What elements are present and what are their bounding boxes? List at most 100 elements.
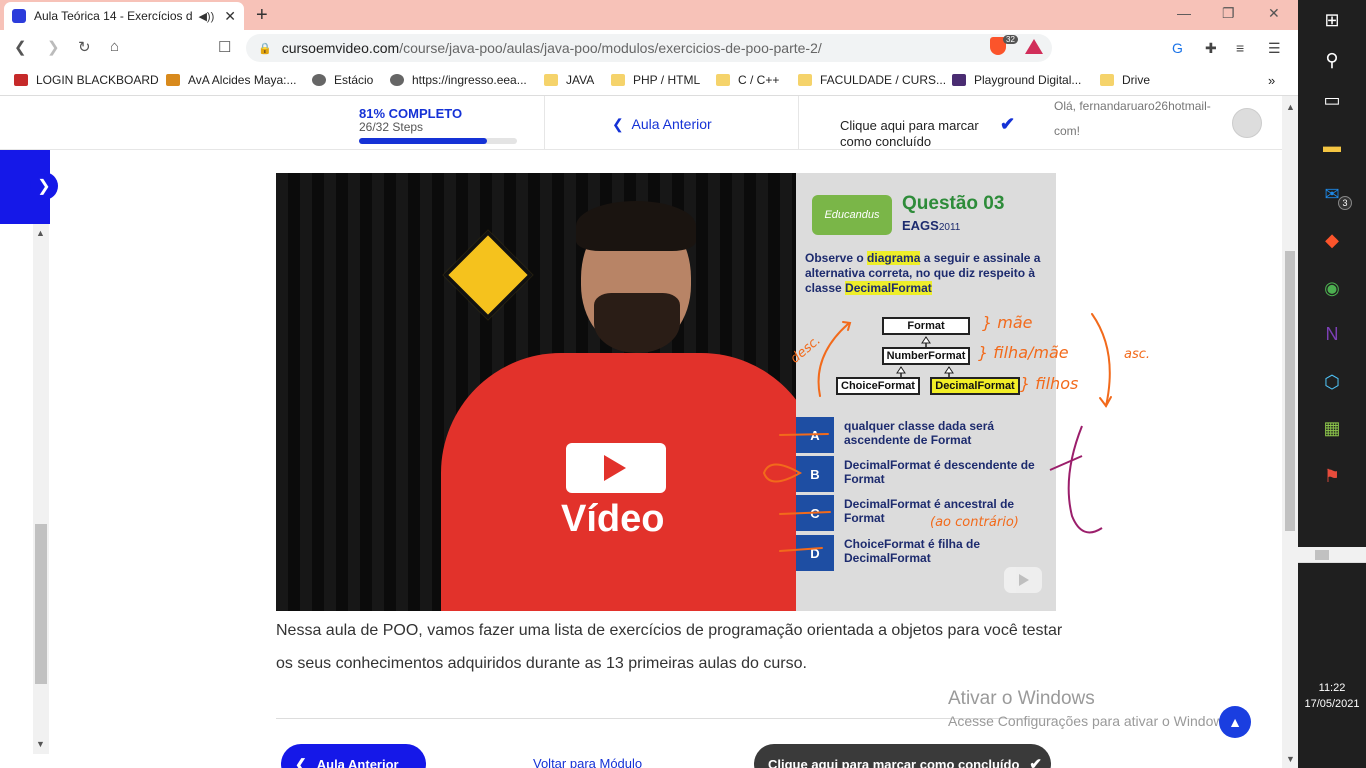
bookmark-folder-faculdade[interactable]: FACULDADE / CURS... (798, 73, 946, 87)
bookmark-estacio[interactable]: Estácio (312, 73, 373, 87)
brave-browser-icon[interactable]: ◆ (1320, 228, 1344, 252)
chevron-right-icon[interactable]: ❯ (30, 172, 58, 200)
scroll-top-button[interactable]: ▲ (1219, 706, 1251, 738)
horizontal-scrollbar[interactable] (1298, 547, 1366, 563)
url-host: cursoemvideo.com (281, 40, 400, 56)
chevron-left-icon: ❮ (612, 116, 624, 132)
onenote-icon[interactable]: N (1320, 322, 1344, 346)
folder-icon (611, 74, 625, 86)
option-a: Aqualquer classe dada será ascendente de… (796, 417, 1056, 453)
lock-icon[interactable]: 🔒 (258, 42, 272, 55)
task-view-icon[interactable]: ▭ (1320, 88, 1344, 112)
progress-bar (359, 138, 517, 144)
educandus-logo: Educandus (812, 195, 892, 235)
page-scrollbar[interactable] (1282, 96, 1298, 768)
bookmark-playground[interactable]: Playground Digital... (952, 73, 1081, 87)
back-to-module-link[interactable]: Voltar para Módulo (533, 756, 642, 768)
scrollbar-thumb[interactable] (35, 524, 47, 684)
extensions-icon[interactable]: ✚ (1205, 40, 1217, 57)
option-c: C DecimalFormat é ancestral de Format (796, 495, 1056, 531)
search-icon[interactable]: ⚲ (1320, 48, 1344, 72)
menu-icon[interactable]: ☰ (1268, 40, 1281, 57)
back-icon[interactable]: ❮ (14, 38, 27, 56)
scrollbar-thumb[interactable] (1315, 550, 1329, 560)
tab-strip: Aula Teórica 14 - Exercícios de ◀)) ✕ + … (0, 0, 1298, 30)
scroll-up-icon[interactable]: ▲ (1286, 102, 1295, 112)
folder-icon (798, 74, 812, 86)
windows-start-icon[interactable]: ⊞ (1320, 8, 1344, 32)
brave-shield-count: 32 (1003, 35, 1018, 44)
option-d: D ChoiceFormat é filha de DecimalFormat (796, 535, 1056, 571)
option-b: B DecimalFormat é descendente de Format (796, 456, 1056, 492)
blackboard-icon (14, 74, 28, 86)
bookmark-ingresso[interactable]: https://ingresso.eea... (390, 73, 527, 87)
ava-icon (166, 74, 180, 86)
mark-complete-link[interactable]: Clique aqui para marcar como concluído (840, 118, 1000, 146)
bookmark-ava[interactable]: AvA Alcides Maya:... (166, 73, 297, 87)
address-bar[interactable]: 🔒 cursoemvideo.com/course/java-poo/aulas… (246, 34, 1052, 62)
translate-icon[interactable]: G (1172, 40, 1183, 56)
check-icon: ✔ (1029, 756, 1042, 768)
bookmark-folder-drive[interactable]: Drive (1100, 73, 1150, 87)
divider (798, 96, 799, 150)
prev-lesson-link[interactable]: ❮ Aula Anterior (612, 116, 712, 133)
play-icon (604, 455, 626, 481)
site-favicon-icon (12, 9, 26, 23)
close-tab-icon[interactable]: ✕ (224, 8, 236, 25)
folder-icon (716, 74, 730, 86)
browser-toolbar: ❮ ❯ ↻ ⌂ ☐ 🔒 cursoemvideo.com/course/java… (0, 30, 1298, 66)
scroll-down-icon[interactable]: ▼ (36, 739, 45, 749)
playlist-icon[interactable]: ≡ (1236, 40, 1244, 56)
close-window-icon[interactable]: ✕ (1268, 5, 1280, 22)
browser-tab-active[interactable]: Aula Teórica 14 - Exercícios de ◀)) ✕ (4, 2, 244, 30)
bookmark-icon[interactable]: ☐ (218, 38, 231, 56)
class-box-format: Format (882, 317, 970, 335)
bookmark-folder-c[interactable]: C / C++ (716, 73, 779, 87)
new-tab-icon[interactable]: + (256, 4, 268, 27)
shirt-brand: Vídeo (561, 498, 665, 540)
forward-icon[interactable]: ❯ (47, 38, 60, 56)
restore-icon[interactable]: ❐ (1222, 5, 1235, 22)
avatar[interactable] (1232, 108, 1262, 138)
minimize-icon[interactable]: — (1177, 5, 1191, 21)
reload-icon[interactable]: ↻ (78, 38, 91, 56)
tab-title: Aula Teórica 14 - Exercícios de (34, 9, 193, 23)
divider (276, 718, 1056, 719)
windows-taskbar: ⊞ ⚲ ▭ ▬ ✉ ◆ ◉ N ⬡ ▦ ⚑ ❮ ⌨ 🔈 ◠ ✎ ☐ (1298, 0, 1366, 768)
bookmark-folder-php[interactable]: PHP / HTML (611, 73, 700, 87)
annot-asc: asc. (1124, 347, 1150, 362)
presenter-hair (576, 201, 696, 251)
presenter-beard (594, 293, 680, 353)
url-path: /course/java-poo/aulas/java-poo/modulos/… (399, 40, 822, 56)
bookmark-folder-java[interactable]: JAVA (544, 73, 594, 87)
globe-icon (312, 74, 326, 86)
prev-lesson-button[interactable]: ❮ Aula Anterior (281, 744, 426, 768)
sidebar-scrollbar[interactable] (33, 224, 49, 754)
file-explorer-icon[interactable]: ▬ (1320, 134, 1344, 158)
more-bookmarks-icon[interactable]: » (1268, 73, 1275, 88)
app-icon[interactable]: ⚑ (1320, 464, 1344, 488)
annot-purple-stroke (1067, 425, 1103, 534)
chrome-icon[interactable]: ◉ (1320, 276, 1344, 300)
youtube-icon[interactable] (1004, 567, 1042, 593)
speaker-icon[interactable]: ◀)) (198, 10, 214, 23)
bookmark-login-blackboard[interactable]: LOGIN BLACKBOARD (14, 73, 159, 87)
brave-rewards-icon[interactable] (1025, 39, 1043, 54)
check-icon[interactable]: ✔ (1000, 114, 1015, 135)
folder-icon (1100, 74, 1114, 86)
video-player[interactable]: Vídeo Educandus Questão 03 EAGS2011 Obse… (276, 173, 1056, 611)
home-icon[interactable]: ⌂ (110, 38, 119, 55)
mark-complete-button[interactable]: Clique aqui para marcar como concluído ✔ (754, 744, 1051, 768)
lesson-description: Nessa aula de POO, vamos fazer uma lista… (276, 622, 1063, 672)
virtualbox-icon[interactable]: ⬡ (1320, 370, 1344, 394)
page-content: 81% COMPLETO 26/32 Steps ❮ Aula Anterior… (0, 96, 1282, 768)
app-icon[interactable]: ▦ (1320, 416, 1344, 440)
scrollbar-thumb[interactable] (1285, 251, 1295, 531)
question-title: Questão 03 (902, 193, 1005, 214)
scroll-down-icon[interactable]: ▼ (1286, 754, 1295, 764)
user-greeting: Olá, fernandaruaro26hotmail-com! (1054, 99, 1211, 138)
scroll-up-icon[interactable]: ▲ (36, 228, 45, 238)
system-clock[interactable]: 11:22 17/05/2021 (1298, 680, 1366, 712)
class-box-choiceformat: ChoiceFormat (836, 377, 920, 395)
sidebar-toggle[interactable]: ❯ (0, 150, 58, 224)
